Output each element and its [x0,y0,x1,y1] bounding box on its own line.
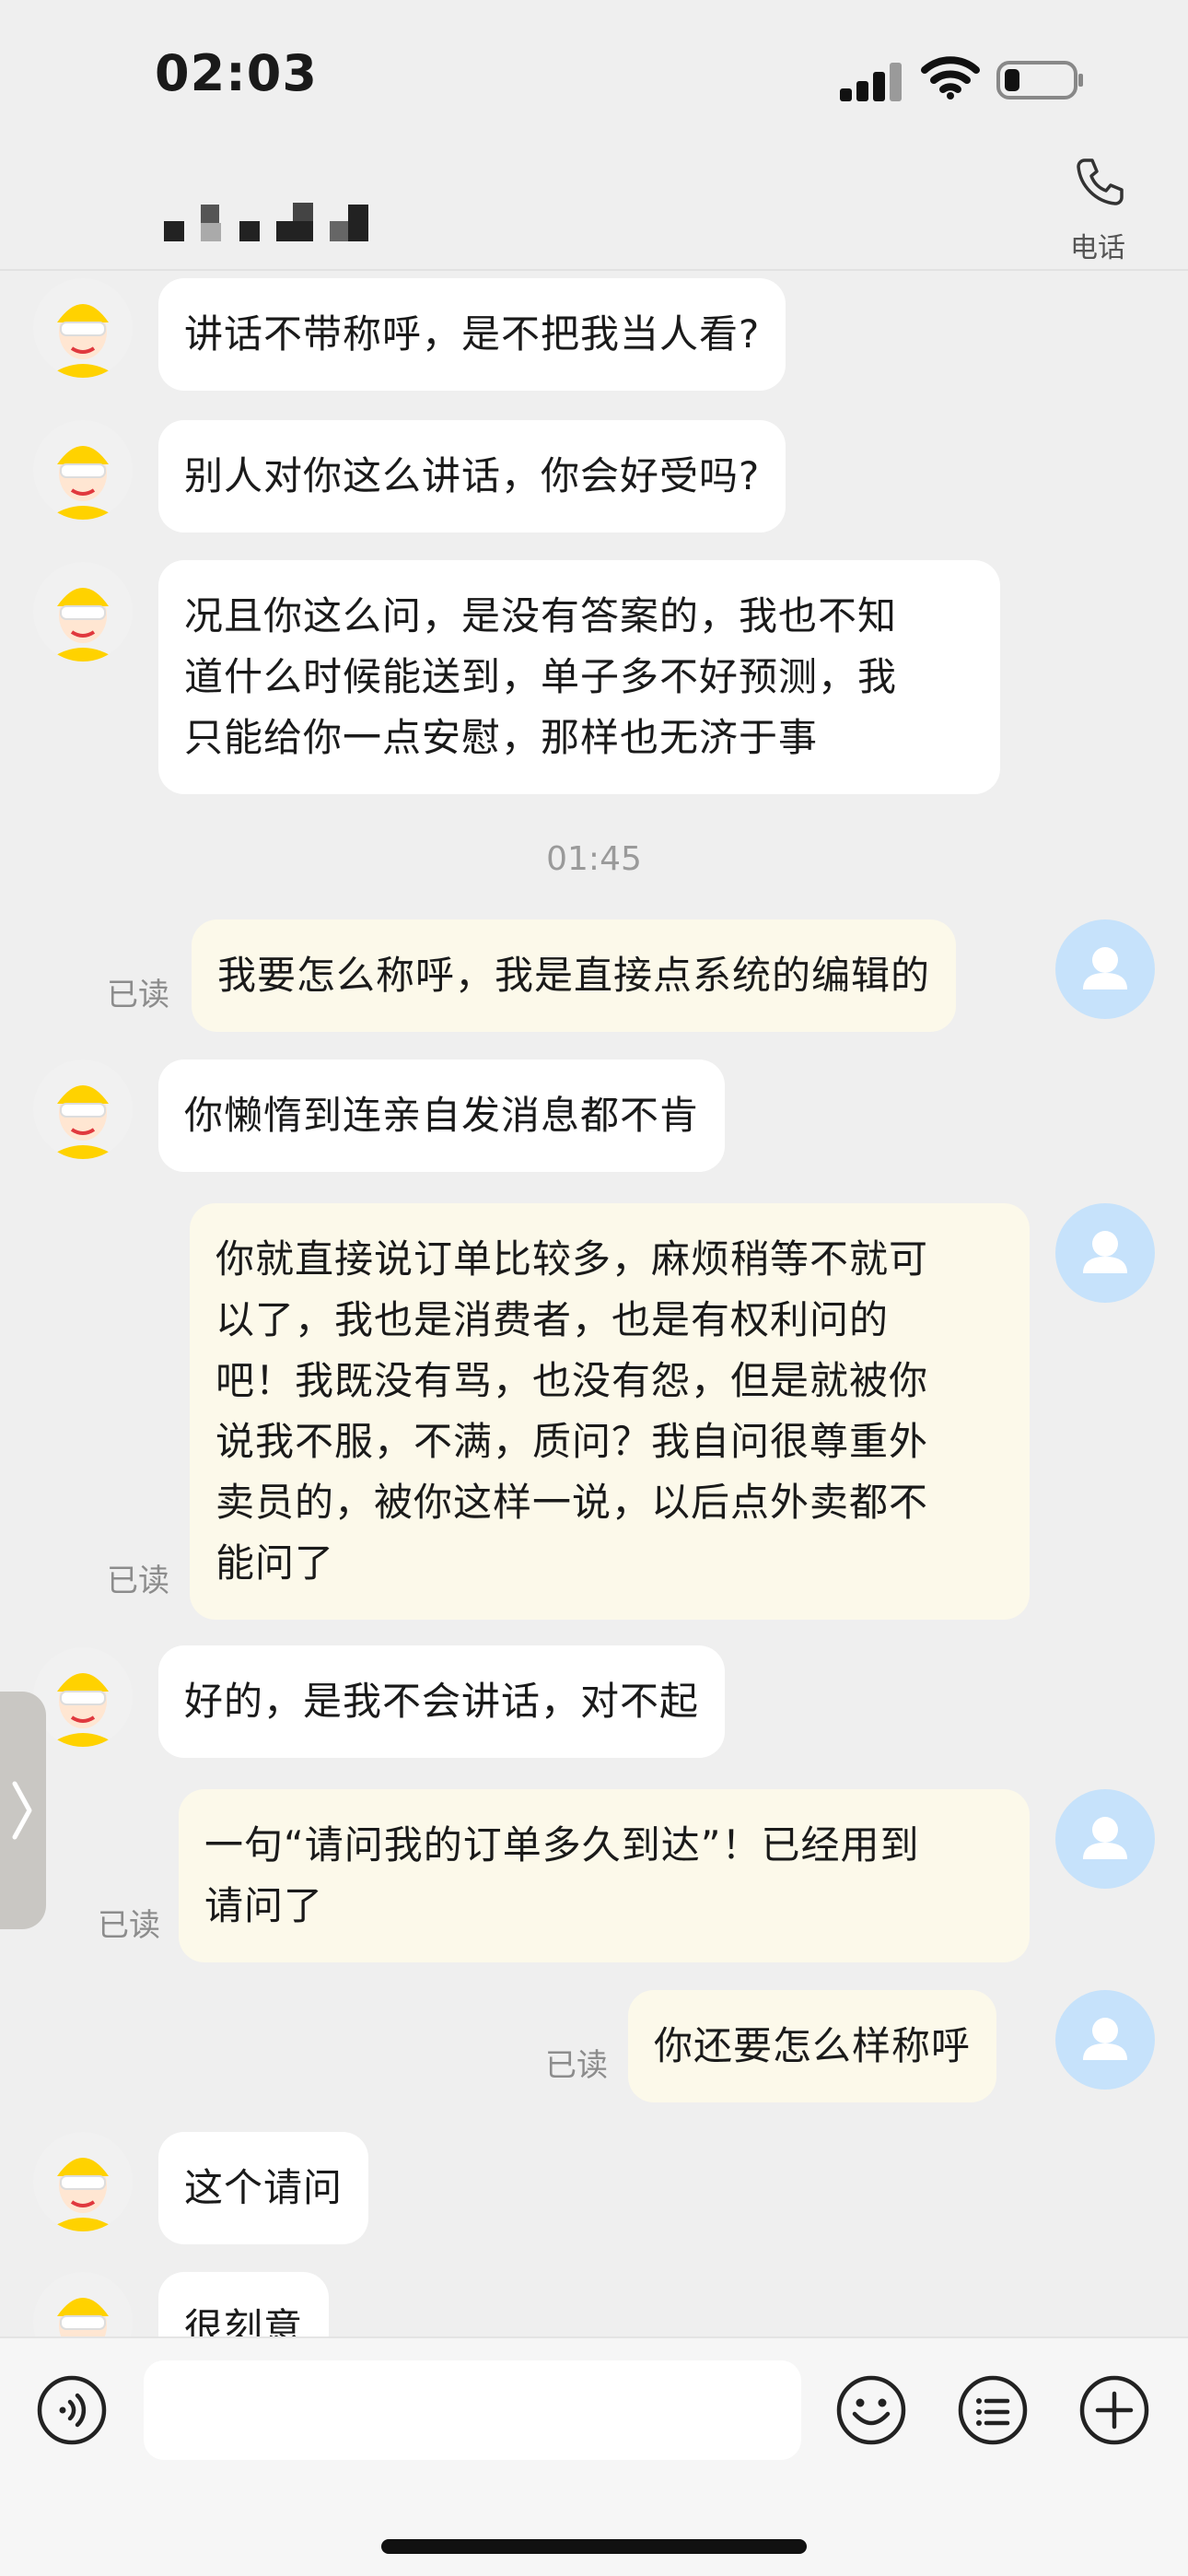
user-avatar[interactable] [1055,1990,1155,2090]
message-line: 一句“请问我的订单多久到达”！已经用到 [204,1822,920,1868]
person-icon [1083,947,1127,989]
emoji-icon[interactable] [834,2373,908,2447]
outgoing-message-multiline: 你就直接说订单比较多，麻烦稍等不就可 以了，我也是消费者，也是有权利问的 吧！我… [190,1203,1030,1620]
message-line: 况且你这么问，是没有答案的，我也不知 [184,593,898,638]
message-line: 只能给你一点安慰，那样也无济于事 [184,715,819,760]
user-avatar[interactable] [1055,1203,1155,1303]
message-line: 你就直接说订单比较多，麻烦稍等不就可 [215,1236,929,1282]
phone-icon[interactable] [1072,155,1127,210]
chat-title-redacted [164,197,376,241]
chat-timestamp: 01:45 [546,840,642,878]
side-panel-handle[interactable] [0,1692,46,1929]
incoming-message: 别人对你这么讲话，你会好受吗? [158,420,786,533]
plus-icon[interactable] [1077,2373,1151,2447]
read-receipt: 已读 [98,1907,160,1944]
courier-avatar[interactable] [33,420,133,520]
chevron-right-icon [12,1781,32,1840]
header-divider [0,269,1188,271]
status-time: 02:03 [155,44,318,102]
outgoing-message: 你还要怎么样称呼 [628,1990,997,2102]
read-receipt: 已读 [545,2047,608,2084]
wifi-icon [921,56,980,100]
message-line: 能问了 [215,1540,335,1586]
voice-icon[interactable] [35,2373,109,2447]
person-icon [1083,1817,1127,1859]
message-line: 道什么时候能送到，单子多不好预测，我 [184,654,898,699]
message-line: 说我不服，不满，质问？我自问很尊重外 [215,1419,929,1464]
outgoing-message: 我要怎么称呼，我是直接点系统的编辑的 [192,919,957,1032]
home-indicator [381,2539,807,2554]
cellular-signal-icon [840,61,902,101]
courier-avatar[interactable] [33,562,133,662]
courier-avatar[interactable] [33,1060,133,1159]
courier-avatar[interactable] [33,2132,133,2231]
incoming-message: 好的，是我不会讲话，对不起 [158,1645,726,1758]
message-line: 吧！我既没有骂，也没有怨，但是就被你 [215,1358,929,1403]
incoming-message: 讲话不带称呼，是不把我当人看? [158,278,786,391]
courier-avatar[interactable] [33,278,133,378]
phone-button-label[interactable]: 电话 [1059,225,1136,265]
message-line: 请问了 [204,1883,324,1928]
read-receipt: 已读 [107,1563,169,1599]
message-line: 卖员的，被你这样一说，以后点外卖都不 [215,1480,929,1525]
person-icon [1083,2018,1127,2060]
outgoing-message-multiline: 一句“请问我的订单多久到达”！已经用到 请问了 [179,1789,1030,1962]
user-avatar[interactable] [1055,919,1155,1019]
message-input[interactable] [144,2360,801,2460]
incoming-message: 这个请问 [158,2132,369,2244]
read-receipt: 已读 [107,977,169,1013]
incoming-message-multiline: 况且你这么问，是没有答案的，我也不知 道什么时候能送到，单子多不好预测，我 只能… [158,560,1000,794]
battery-icon [996,61,1083,100]
incoming-message: 你懒惰到连亲自发消息都不肯 [158,1060,726,1172]
message-line: 以了，我也是消费者，也是有权利问的 [215,1297,890,1342]
list-menu-icon[interactable] [956,2373,1030,2447]
user-avatar[interactable] [1055,1789,1155,1889]
courier-avatar[interactable] [33,1647,133,1747]
person-icon [1083,1231,1127,1273]
